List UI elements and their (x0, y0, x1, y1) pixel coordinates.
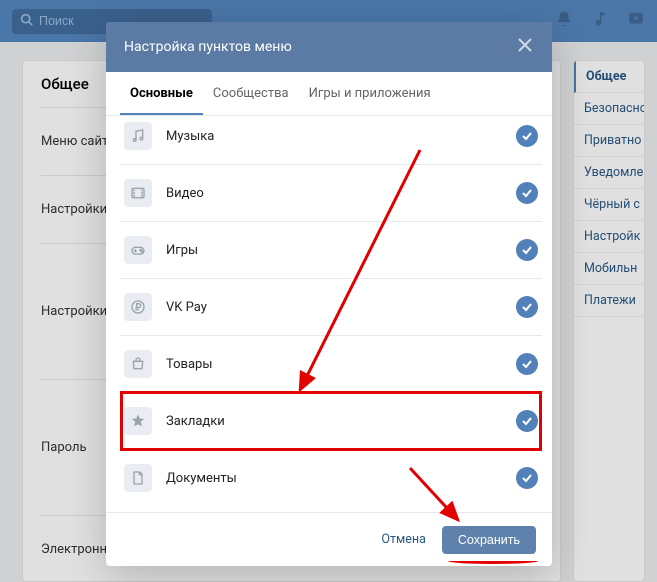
annotation-underline (448, 558, 538, 564)
menu-item-label: Документы (166, 471, 516, 486)
modal-tabs: Основные Сообщества Игры и приложения (106, 72, 552, 116)
menu-item-games[interactable]: Игры (120, 222, 542, 279)
play-icon[interactable] (627, 10, 645, 32)
modal-title: Настройка пунктов меню (124, 39, 292, 55)
save-button[interactable]: Сохранить (442, 526, 536, 554)
gamepad-icon (124, 236, 152, 264)
check-icon[interactable] (516, 239, 538, 261)
menu-item-label: Видео (166, 186, 516, 201)
menu-item-label: Закладки (166, 414, 516, 429)
menu-item-label: Товары (166, 357, 516, 372)
tab-communities[interactable]: Сообщества (203, 72, 299, 115)
close-icon[interactable] (516, 36, 534, 58)
menu-item-vkpay[interactable]: VK Pay (120, 279, 542, 336)
star-icon (124, 407, 152, 435)
menu-item-video[interactable]: Видео (120, 165, 542, 222)
music-icon (124, 122, 152, 150)
menu-item-docs[interactable]: Документы (120, 450, 542, 506)
menu-item-label: VK Pay (166, 300, 516, 315)
menu-item-label: Музыка (166, 129, 516, 144)
tab-main[interactable]: Основные (120, 72, 203, 115)
ruble-icon (124, 293, 152, 321)
tab-games-apps[interactable]: Игры и приложения (299, 72, 441, 115)
bag-icon (124, 350, 152, 378)
document-icon (124, 464, 152, 492)
check-icon[interactable] (516, 296, 538, 318)
modal-footer: Отмена Сохранить (106, 512, 552, 566)
check-icon[interactable] (516, 353, 538, 375)
check-icon[interactable] (516, 182, 538, 204)
check-icon[interactable] (516, 125, 538, 147)
modal-header: Настройка пунктов меню (106, 22, 552, 72)
bell-icon[interactable] (555, 10, 573, 32)
menu-item-music[interactable]: Музыка (120, 116, 542, 165)
video-icon (124, 179, 152, 207)
cancel-button[interactable]: Отмена (377, 525, 430, 554)
music-note-icon[interactable] (591, 10, 609, 32)
check-icon[interactable] (516, 467, 538, 489)
menu-items-list[interactable]: Музыка Видео Игры VK Pay (106, 116, 552, 512)
menu-item-market[interactable]: Товары (120, 336, 542, 393)
menu-item-bookmarks[interactable]: Закладки (120, 393, 542, 450)
search-icon (20, 13, 33, 30)
menu-item-label: Игры (166, 243, 516, 258)
check-icon[interactable] (516, 410, 538, 432)
menu-settings-modal: Настройка пунктов меню Основные Сообщест… (106, 22, 552, 566)
